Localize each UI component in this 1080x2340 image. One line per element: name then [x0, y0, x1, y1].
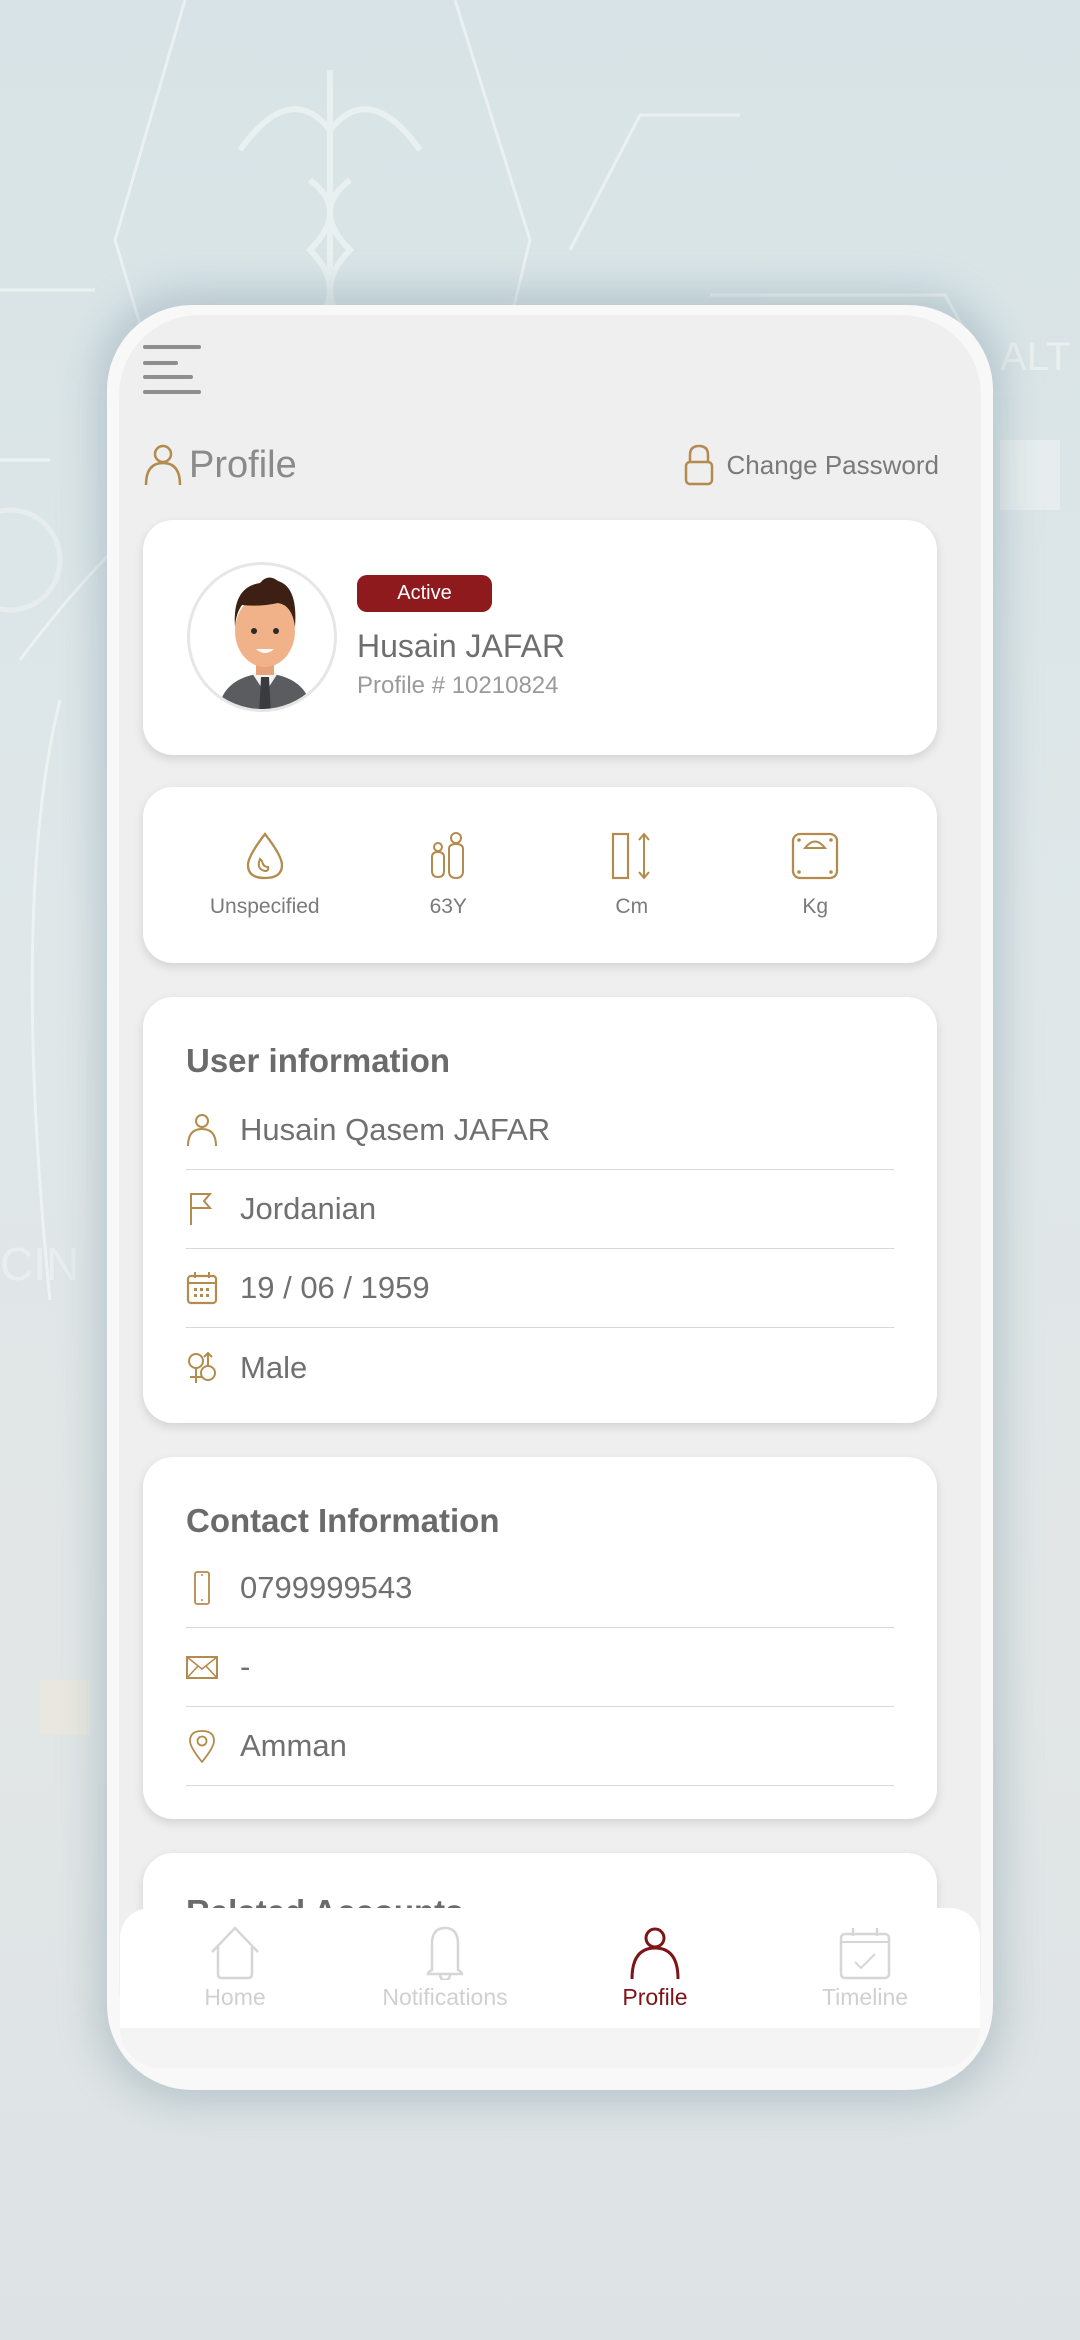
user-information-card: User information Husain Qasem JAFAR Jord…: [143, 997, 937, 1423]
home-icon: [211, 1925, 259, 1979]
calendar-icon: [186, 1272, 218, 1305]
profile-name: Husain JAFAR: [357, 628, 566, 664]
nav-label: Timeline: [821, 1983, 909, 2010]
info-row-full-name: Husain Qasem JAFAR: [186, 1091, 894, 1170]
nav-home[interactable]: Home: [145, 1925, 325, 2011]
page-title-group: Profile: [143, 443, 297, 487]
location-pin-icon: [189, 1730, 215, 1763]
stat-label: Kg: [802, 895, 829, 918]
calendar-check-icon: [839, 1927, 891, 1979]
svg-text:ALT: ALT: [1000, 335, 1070, 379]
contact-row-email[interactable]: -: [186, 1628, 894, 1707]
stat-label: Unspecified: [209, 895, 320, 918]
contact-value: Amman: [240, 1728, 347, 1763]
bell-icon: [426, 1926, 464, 1980]
nav-notifications[interactable]: Notifications: [355, 1926, 535, 2011]
stat-weight: Kg: [730, 787, 900, 963]
vitals-card: Unspecified 63Y Cm Kg: [143, 787, 937, 963]
gender-icon: [188, 1351, 216, 1383]
section-title: Contact Information: [186, 1502, 500, 1539]
weight-scale-icon: [792, 832, 839, 880]
mail-icon: [186, 1656, 218, 1679]
nav-label: Profile: [622, 1983, 688, 2010]
phone-frame: Profile Change Password Active Husain JA…: [107, 305, 993, 2090]
nav-timeline[interactable]: Timeline: [775, 1926, 955, 2011]
info-value: 19 / 06 / 1959: [240, 1270, 430, 1305]
profile-screen: Profile Change Password Active Husain JA…: [119, 315, 981, 2065]
stat-label: Cm: [615, 895, 649, 918]
home-indicator-area: [120, 2028, 980, 2068]
flag-icon: [190, 1193, 213, 1225]
svg-text:CIN: CIN: [0, 1238, 79, 1290]
stat-height: Cm: [547, 787, 717, 963]
info-row-gender: Male: [186, 1328, 894, 1407]
status-badge: Active: [357, 575, 492, 612]
contact-row-location[interactable]: Amman: [186, 1707, 894, 1786]
phone-icon: [194, 1571, 210, 1605]
section-title: User information: [186, 1042, 451, 1079]
profile-summary-card: Active Husain JAFAR Profile # 10210824: [143, 520, 937, 755]
nav-label: Notifications: [382, 1983, 508, 2010]
change-password-button[interactable]: Change Password: [683, 444, 939, 486]
height-icon: [611, 832, 650, 880]
info-row-nationality: Jordanian: [186, 1170, 894, 1249]
info-value: Husain Qasem JAFAR: [240, 1112, 551, 1147]
profile-number: Profile # 10210824: [357, 672, 559, 699]
hamburger-menu-icon[interactable]: [143, 345, 203, 395]
info-value: Male: [240, 1349, 308, 1385]
contact-value: -: [240, 1649, 251, 1684]
page-title: Profile: [189, 443, 297, 486]
nav-label: Home: [204, 1983, 266, 2010]
contact-row-phone[interactable]: 0799999543: [186, 1549, 894, 1628]
stat-age: 63Y: [363, 787, 533, 963]
change-password-label: Change Password: [726, 449, 939, 480]
user-icon: [187, 1114, 217, 1147]
contact-information-card: Contact Information 0799999543 - Amman: [143, 1457, 937, 1819]
nav-profile[interactable]: Profile: [565, 1926, 745, 2011]
user-icon: [144, 444, 182, 486]
page-header: Profile Change Password: [143, 440, 939, 490]
info-row-birth-date: 19 / 06 / 1959: [186, 1249, 894, 1328]
age-people-icon: [431, 832, 465, 880]
info-value: Jordanian: [240, 1191, 377, 1226]
bottom-navigation: Home Notifications Profile Timeline: [120, 1908, 980, 2028]
stat-label: 63Y: [429, 895, 467, 918]
contact-value: 0799999543: [240, 1570, 413, 1605]
user-icon: [630, 1927, 680, 1979]
lock-icon: [684, 444, 713, 486]
stat-blood-type: Unspecified: [180, 787, 350, 963]
blood-drop-icon: [246, 832, 283, 880]
avatar: [187, 562, 337, 712]
